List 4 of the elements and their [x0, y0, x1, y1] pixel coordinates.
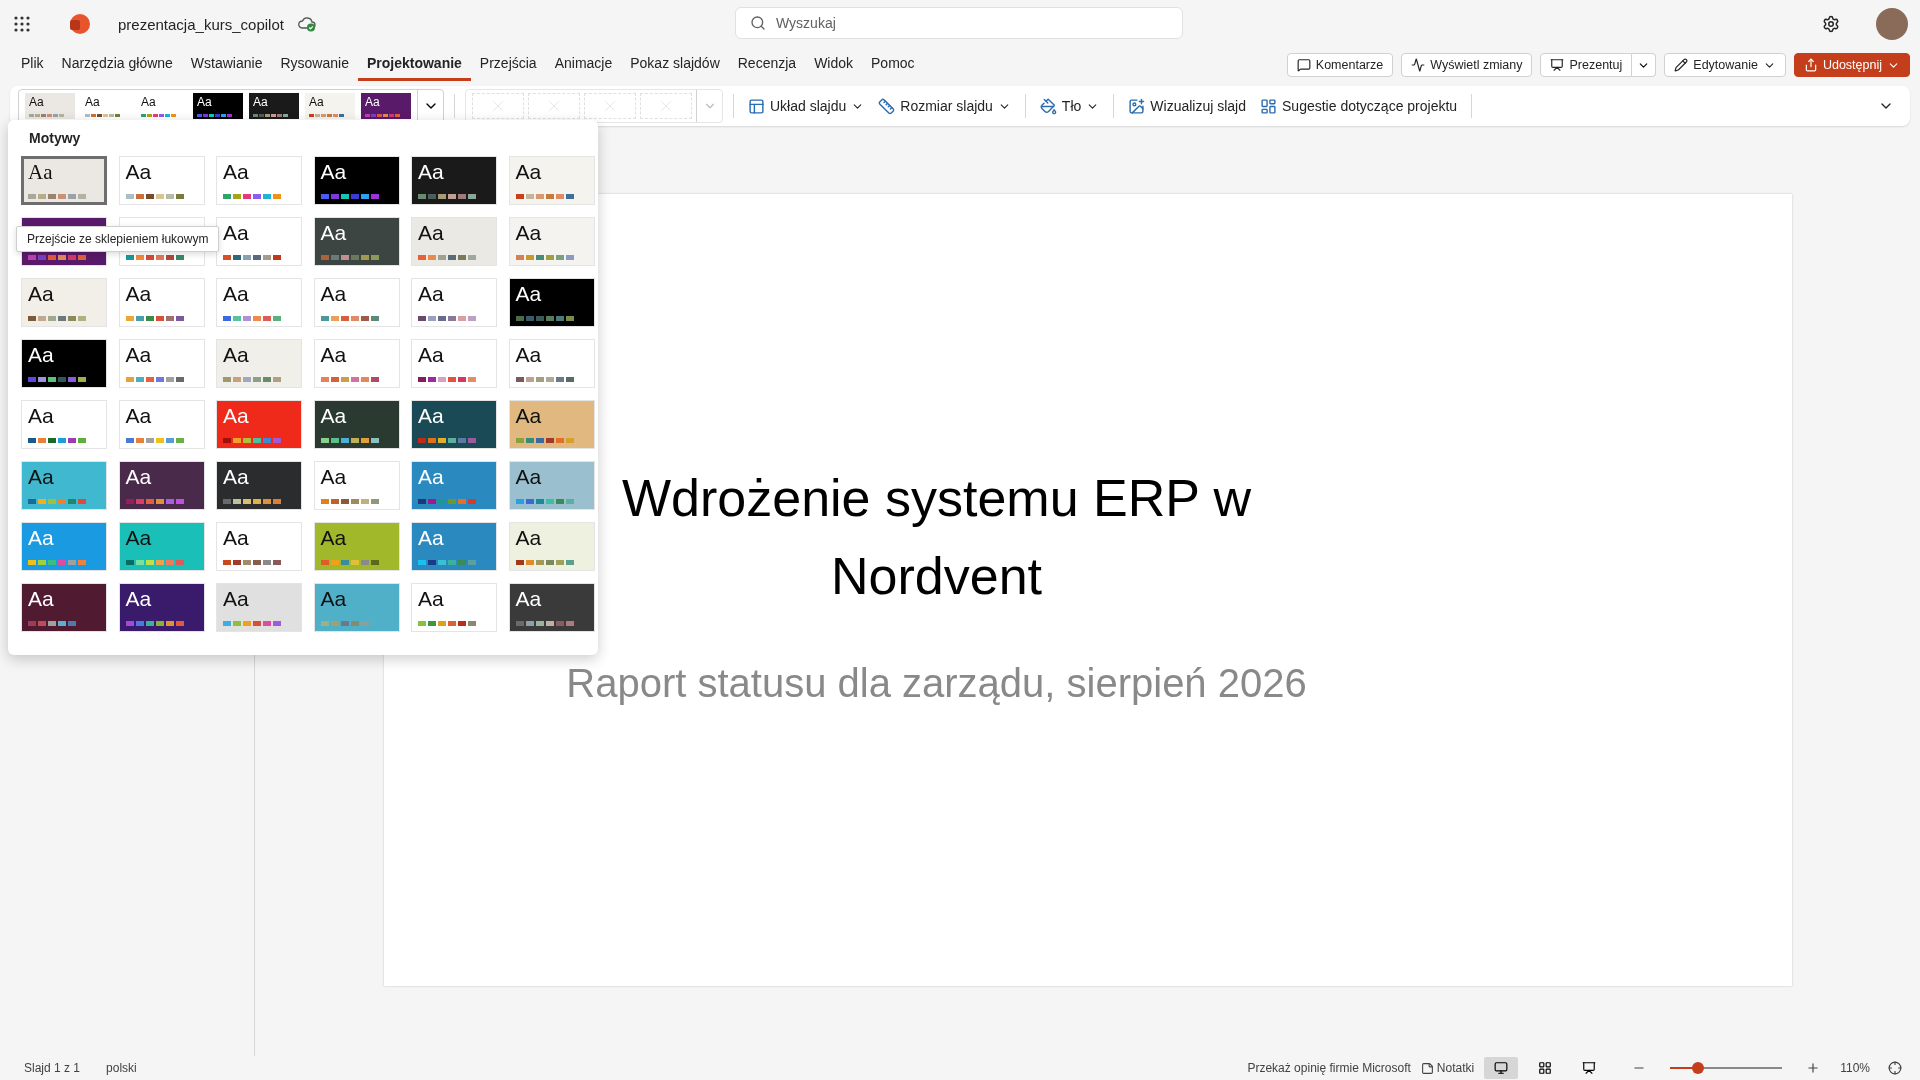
panel-title: Motywy	[29, 130, 82, 146]
slide-counter: Slajd 1 z 1	[24, 1061, 81, 1075]
tooltip: Przejście ze sklepieniem łukowym	[16, 226, 220, 252]
file-name: prezentacja_kurs_copilot	[118, 15, 284, 33]
